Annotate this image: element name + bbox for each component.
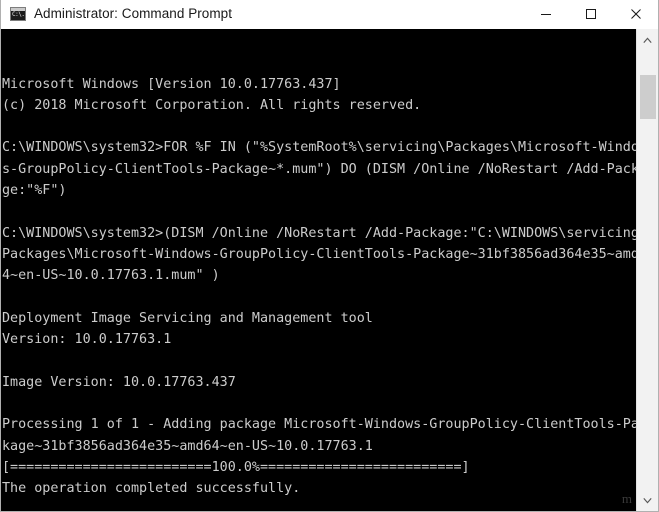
console-icon-glyph: C:\. — [12, 11, 25, 18]
command-prompt-window: C:\. Administrator: Command Prompt Micro… — [0, 0, 659, 512]
console-line: ge:"%F") — [2, 183, 67, 199]
window-controls — [523, 0, 658, 28]
console-line: s-GroupPolicy-ClientTools-Package~*.mum"… — [2, 161, 636, 177]
console-line: 4~en-US~10.0.17763.1.mum" ) — [2, 268, 220, 284]
console-line: Packages\Microsoft-Windows-GroupPolicy-C… — [2, 246, 636, 262]
scroll-up-arrow-icon[interactable] — [636, 29, 658, 51]
console-line: kage~31bf3856ad364e35~amd64~en-US~10.0.1… — [2, 438, 373, 454]
console-line: The operation completed successfully. — [2, 481, 301, 497]
scrollbar-track[interactable] — [636, 51, 658, 489]
console-line: C:\WINDOWS\system32>FOR %F IN ("%SystemR… — [2, 140, 636, 156]
watermark-text: m — [621, 490, 632, 506]
close-button[interactable] — [613, 0, 658, 28]
console-line: Deployment Image Servicing and Managemen… — [2, 310, 373, 326]
scrollbar-thumb[interactable] — [639, 75, 656, 119]
window-title: Administrator: Command Prompt — [34, 6, 233, 21]
console-line: (c) 2018 Microsoft Corporation. All righ… — [2, 97, 422, 113]
vertical-scrollbar[interactable] — [636, 29, 658, 511]
scroll-down-arrow-icon[interactable] — [636, 489, 658, 511]
console-area: Microsoft Windows [Version 10.0.17763.43… — [1, 29, 658, 511]
console-line: Image Version: 10.0.17763.437 — [2, 374, 236, 390]
minimize-button[interactable] — [523, 0, 568, 28]
console-line: [=========================100.0%========… — [2, 459, 470, 475]
title-bar[interactable]: C:\. Administrator: Command Prompt — [1, 0, 658, 29]
maximize-button[interactable] — [568, 0, 613, 28]
console-line: C:\WINDOWS\system32>(DISM /Online /NoRes… — [2, 225, 636, 241]
console-line: Version: 10.0.17763.1 — [2, 332, 172, 348]
console-output[interactable]: Microsoft Windows [Version 10.0.17763.43… — [1, 29, 636, 511]
console-window-icon: C:\. — [10, 7, 26, 21]
console-line: Microsoft Windows [Version 10.0.17763.43… — [2, 76, 341, 92]
console-line: Processing 1 of 1 - Adding package Micro… — [2, 417, 636, 433]
